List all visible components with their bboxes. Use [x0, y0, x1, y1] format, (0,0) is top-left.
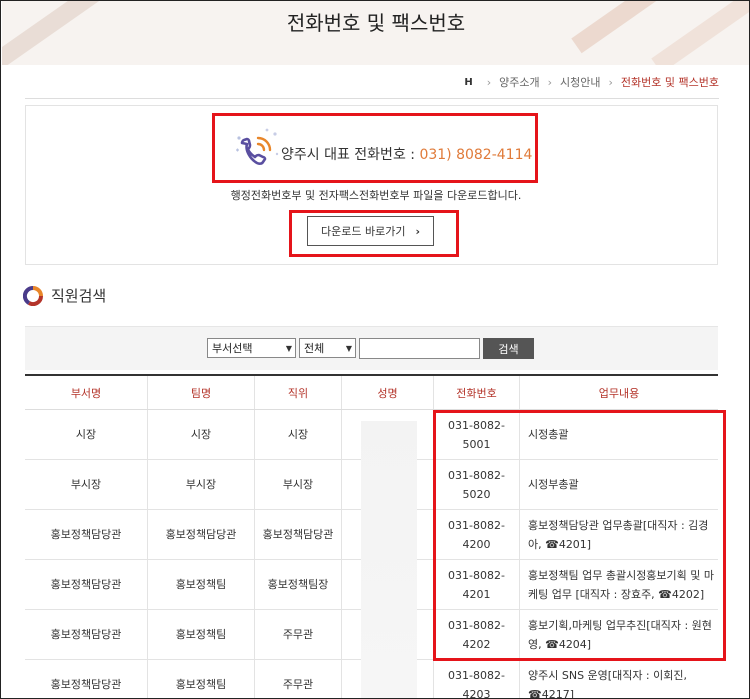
main-phone-number: 031) 8082-4114 [419, 147, 533, 163]
cell-dept: 홍보정책담당관 [25, 560, 148, 609]
header-position: 직위 [255, 376, 342, 409]
cell-team: 시장 [148, 410, 255, 459]
breadcrumb-item-cityhall[interactable]: 시청안내 [560, 74, 600, 90]
cell-dept: 홍보정책담당관 [25, 660, 148, 698]
breadcrumb-separator: › [486, 75, 492, 89]
cell-position: 주무관 [255, 660, 342, 698]
breadcrumb-item-about[interactable]: 양주소개 [499, 74, 539, 90]
cell-duty: 시정총괄 [528, 428, 569, 441]
cell-phone: 031-8082- 4201 [434, 560, 520, 609]
breadcrumb-item-current[interactable]: 전화번호 및 팩스번호 [621, 74, 719, 90]
ring-logo-icon [23, 285, 43, 306]
cell-team: 홍보정책팀 [148, 560, 255, 609]
cell-position: 시장 [255, 410, 342, 459]
download-description: 행정전화번호부 및 전자팩스전화번호부 파일을 다운로드합니다. [230, 189, 522, 202]
cell-duty: 홍보정책담당관 업무총괄[대직자 : 김경아, ☎4201] [528, 518, 709, 551]
cell-team: 홍보정책팀 [148, 660, 255, 698]
cell-phone: 031-8082- 4200 [434, 510, 520, 559]
scope-select-value: 전체 [304, 342, 325, 355]
breadcrumb: H › 양주소개 › 시청안내 › 전화번호 및 팩스번호 [464, 73, 719, 91]
department-select[interactable]: 부서선택 ▼ [207, 338, 296, 358]
scope-select[interactable]: 전체 ▼ [299, 338, 356, 358]
cell-position: 주무관 [255, 610, 342, 659]
cell-position: 홍보정책담당관 [255, 510, 342, 559]
cell-duty: 홍보기획,마케팅 업무추진[대직자 : 원현영, ☎4204] [528, 618, 712, 651]
cell-dept: 홍보정책담당관 [25, 510, 148, 559]
chevron-down-icon: ▼ [285, 343, 292, 353]
cell-team: 부시장 [148, 460, 255, 509]
cell-position: 홍보정책팀장 [255, 560, 342, 609]
chevron-right-icon: › [415, 224, 420, 238]
main-phone-label: 양주시 대표 전화번호 : [281, 147, 420, 163]
department-select-value: 부서선택 [212, 342, 253, 355]
breadcrumb-divider [25, 98, 719, 99]
download-button-label: 다운로드 바로가기 [320, 225, 406, 238]
section-title: 직원검색 [23, 285, 106, 306]
cell-phone: 031-8082- 5001 [434, 410, 520, 459]
main-phone-highlight: 양주시 대표 전화번호 : 031) 8082-4114 [212, 113, 538, 183]
header-name: 성명 [342, 376, 434, 409]
cell-phone: 031-8082- 4203 [434, 660, 520, 698]
header-banner: 전화번호 및 팩스번호 [2, 1, 749, 65]
cell-duty: 홍보정책팀 업무 총괄시정홍보기획 및 마케팅 업무 [대직자 : 장효주, ☎… [528, 568, 715, 601]
header-team: 팀명 [148, 376, 255, 409]
search-button[interactable]: 검색 [483, 338, 534, 359]
cell-position: 부시장 [255, 460, 342, 509]
breadcrumb-separator: › [547, 75, 553, 89]
cell-team: 홍보정책팀 [148, 610, 255, 659]
cell-dept: 시장 [25, 410, 148, 459]
search-input[interactable] [359, 338, 480, 359]
section-title-label: 직원검색 [51, 287, 107, 305]
redacted-names [361, 421, 417, 698]
cell-dept: 홍보정책담당관 [25, 610, 148, 659]
header-phone: 전화번호 [434, 376, 520, 409]
cell-team: 홍보정책담당관 [148, 510, 255, 559]
download-button[interactable]: 다운로드 바로가기 › [307, 216, 434, 246]
cell-duty: 양주시 SNS 운영[대직자 : 이회진, ☎4217] [528, 668, 687, 699]
main-phone-text: 양주시 대표 전화번호 : 031) 8082-4114 [281, 144, 532, 164]
breadcrumb-separator: › [608, 75, 613, 89]
header-dept: 부서명 [25, 376, 148, 409]
cell-dept: 부시장 [25, 460, 148, 509]
cell-duty: 시정부총괄 [528, 478, 579, 491]
chevron-down-icon: ▼ [345, 343, 352, 353]
header-duty: 업무내용 [598, 386, 640, 400]
page-title: 전화번호 및 팩스번호 [286, 11, 466, 35]
cell-phone: 031-8082- 5020 [434, 460, 520, 509]
home-icon[interactable]: H [464, 77, 472, 88]
table-header: 부서명 팀명 직위 성명 전화번호 업무내용 [25, 376, 718, 410]
cell-phone: 031-8082- 4202 [434, 610, 520, 659]
phone-ringing-icon [236, 128, 279, 165]
page-frame: 전화번호 및 팩스번호 H › 양주소개 › 시청안내 › 전화번호 및 팩스번… [0, 0, 750, 699]
